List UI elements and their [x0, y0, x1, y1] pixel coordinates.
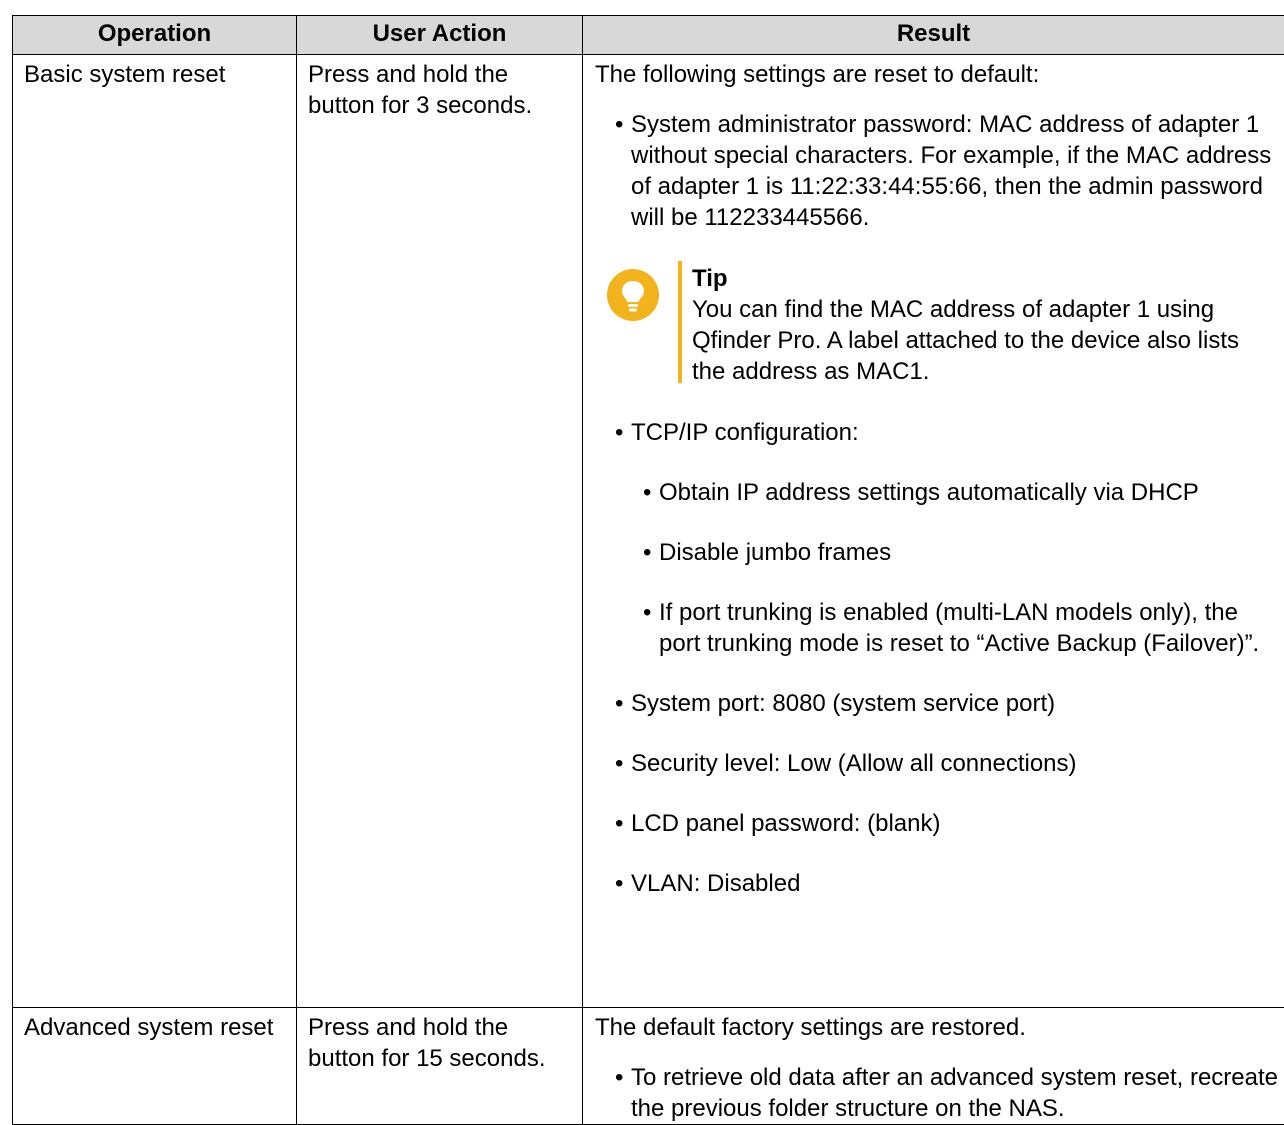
- tip-body: Tip You can find the MAC address of adap…: [692, 263, 1278, 387]
- list-item: • Obtain IP address settings automatical…: [635, 477, 1278, 508]
- column-header-result: Result: [583, 16, 1284, 55]
- table-row: Basic system reset Press and hold the bu…: [13, 55, 1284, 1008]
- list-item: • If port trunking is enabled (multi-LAN…: [635, 597, 1278, 659]
- reset-settings-list: • System administrator password: MAC add…: [607, 109, 1278, 899]
- tip-accent-bar: [678, 261, 682, 383]
- list-item-text: System port: 8080 (system service port): [631, 690, 1055, 717]
- operation-cell: Advanced system reset: [13, 1008, 297, 1125]
- bullet-icon: •: [615, 808, 623, 839]
- list-item: • TCP/IP configuration: • Obtain IP addr…: [607, 417, 1278, 659]
- reset-operations-table: Operation User Action Result Basic syste…: [12, 15, 1284, 1125]
- list-item-text: Disable jumbo frames: [659, 539, 891, 566]
- bullet-icon: •: [615, 109, 623, 140]
- lightbulb-icon: [607, 269, 659, 321]
- list-item: • To retrieve old data after an advanced…: [607, 1062, 1278, 1124]
- column-header-user-action: User Action: [297, 16, 583, 55]
- bullet-icon: •: [615, 688, 623, 719]
- user-action-cell: Press and hold the button for 3 seconds.: [297, 55, 583, 1008]
- user-action-cell: Press and hold the button for 15 seconds…: [297, 1008, 583, 1125]
- result-intro: The default factory settings are restore…: [595, 1012, 1278, 1043]
- list-item-text: Obtain IP address settings automatically…: [659, 479, 1199, 506]
- list-item: • Security level: Low (Allow all connect…: [607, 748, 1278, 779]
- table-row: Advanced system reset Press and hold the…: [13, 1008, 1284, 1125]
- list-item: • System administrator password: MAC add…: [607, 109, 1278, 387]
- list-item-text: Security level: Low (Allow all connectio…: [631, 750, 1077, 777]
- list-item-text: TCP/IP configuration:: [631, 419, 859, 446]
- bullet-icon: •: [643, 537, 651, 568]
- tip-callout: Tip You can find the MAC address of adap…: [607, 263, 1278, 387]
- column-header-operation: Operation: [13, 16, 297, 55]
- list-item-text: If port trunking is enabled (multi-LAN m…: [659, 599, 1259, 657]
- bullet-icon: •: [643, 597, 651, 628]
- operation-cell: Basic system reset: [13, 55, 297, 1008]
- tip-text: You can find the MAC address of adapter …: [692, 294, 1278, 387]
- list-item: • System port: 8080 (system service port…: [607, 688, 1278, 719]
- list-item-text: VLAN: Disabled: [631, 870, 800, 897]
- list-item: • LCD panel password: (blank): [607, 808, 1278, 839]
- result-cell: The default factory settings are restore…: [583, 1008, 1284, 1125]
- advanced-reset-list: • To retrieve old data after an advanced…: [607, 1062, 1278, 1124]
- list-item-text: To retrieve old data after an advanced s…: [631, 1064, 1278, 1122]
- list-item: • VLAN: Disabled: [607, 868, 1278, 899]
- bullet-icon: •: [615, 748, 623, 779]
- list-item: • Disable jumbo frames: [635, 537, 1278, 568]
- result-intro: The following settings are reset to defa…: [595, 59, 1278, 90]
- tcpip-settings-list: • Obtain IP address settings automatical…: [635, 477, 1278, 659]
- list-item-text: LCD panel password: (blank): [631, 810, 940, 837]
- bullet-icon: •: [615, 1062, 623, 1093]
- result-cell: The following settings are reset to defa…: [583, 55, 1284, 1008]
- bullet-icon: •: [615, 868, 623, 899]
- table-header-row: Operation User Action Result: [13, 16, 1284, 55]
- list-item-text: System administrator password: MAC addre…: [631, 111, 1271, 231]
- bullet-icon: •: [643, 477, 651, 508]
- bullet-icon: •: [615, 417, 623, 448]
- tip-title: Tip: [692, 263, 1278, 294]
